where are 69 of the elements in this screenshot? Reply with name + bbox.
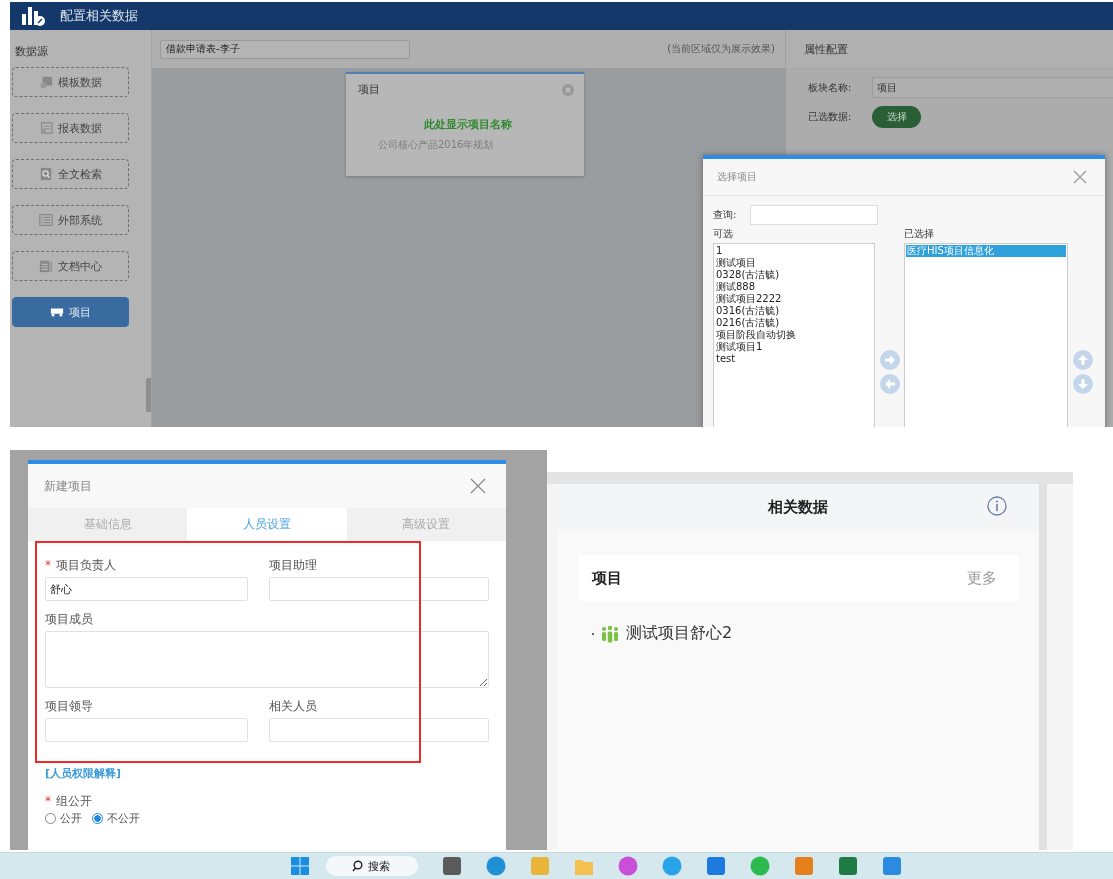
dialog-title: 选择项目 xyxy=(717,170,757,184)
list-option[interactable]: 测试项目1 xyxy=(715,341,873,353)
section-title: 项目 xyxy=(592,568,622,588)
close-icon[interactable] xyxy=(1073,170,1087,184)
data-source-button[interactable]: 文档中心 xyxy=(12,251,129,281)
data-source-button[interactable]: 全文检索 xyxy=(12,159,129,189)
bar-chart-logo-icon xyxy=(20,5,46,27)
app-icon[interactable] xyxy=(530,856,550,876)
report-icon xyxy=(39,121,53,135)
dialog-title: 新建项目 xyxy=(44,477,92,495)
document-icon xyxy=(39,259,53,273)
field-label: 已选数据: xyxy=(808,110,853,124)
sidebar-heading: 数据源 xyxy=(15,44,49,59)
data-source-button[interactable]: 报表数据 xyxy=(12,113,129,143)
radio-label: 公开 xyxy=(60,811,82,826)
search-icon xyxy=(39,167,53,181)
field-label: 板块名称: xyxy=(808,80,853,95)
input-field[interactable] xyxy=(269,577,489,601)
list-option[interactable]: 测试项目2222 xyxy=(715,293,873,305)
data-source-button[interactable]: 模板数据 xyxy=(12,67,129,97)
field-label: 项目负责人 xyxy=(56,556,116,574)
stacked-cards-icon xyxy=(39,75,53,89)
search-field[interactable]: 搜索 xyxy=(326,856,418,876)
field-label: 项目成员 xyxy=(45,610,93,628)
windows-start-icon[interactable] xyxy=(290,856,310,876)
collapse-handle[interactable] xyxy=(146,378,151,412)
preview-note: (当前区域仅为展示效果) xyxy=(667,42,775,56)
window-title: 配置相关数据 xyxy=(60,7,138,25)
input-field[interactable]: 舒心 xyxy=(45,577,248,601)
field-label: 项目领导 xyxy=(45,697,93,715)
field-label: 组公开 xyxy=(56,792,92,810)
list-option[interactable]: 0216(古洁毓) xyxy=(715,317,873,329)
required-mark: * xyxy=(45,558,51,572)
list-option[interactable]: 0328(古洁毓) xyxy=(715,269,873,281)
query-label: 查询: xyxy=(713,208,737,222)
app-icon[interactable] xyxy=(882,856,902,876)
card-title: 项目 xyxy=(358,82,380,97)
input-field[interactable] xyxy=(45,718,248,742)
list-option[interactable]: 测试项目 xyxy=(715,257,873,269)
list-heading: 已选择 xyxy=(904,227,935,241)
block-name-field[interactable]: 项目 xyxy=(872,77,1113,98)
placeholder-hint: 此处显示项目名称 xyxy=(424,117,513,132)
close-icon[interactable] xyxy=(562,83,574,96)
list-option[interactable]: test xyxy=(715,353,873,365)
data-source-button[interactable]: 外部系统 xyxy=(12,205,129,235)
list-heading: 可选 xyxy=(713,227,734,241)
query-field[interactable] xyxy=(750,205,879,225)
list-option[interactable]: 1 xyxy=(715,245,873,257)
list-option[interactable]: 项目阶段自动切换 xyxy=(715,329,873,341)
field-label: 项目助理 xyxy=(269,556,317,574)
list-icon xyxy=(39,213,53,227)
text-area[interactable] xyxy=(45,631,489,688)
panel-title: 相关数据 xyxy=(768,497,828,517)
required-mark: * xyxy=(45,794,51,808)
list-option[interactable]: 0316(古洁毓) xyxy=(715,305,873,317)
search-icon xyxy=(352,860,364,872)
field-label: 相关人员 xyxy=(269,697,317,715)
project-link[interactable]: 测试项目舒心2 xyxy=(626,623,733,644)
close-icon[interactable] xyxy=(470,478,486,494)
radio-label: 不公开 xyxy=(107,811,140,826)
input-field[interactable] xyxy=(269,718,489,742)
info-icon[interactable] xyxy=(987,496,1007,516)
report-name-field[interactable]: 借款申请表-李子 xyxy=(160,39,410,59)
data-source-button[interactable]: 项目 xyxy=(12,297,129,327)
radio-button[interactable] xyxy=(92,813,103,824)
list-option[interactable]: 测试888 xyxy=(715,281,873,293)
choose-button[interactable]: 选择 xyxy=(872,106,921,128)
panel-title: 属性配置 xyxy=(804,41,848,57)
people-icon xyxy=(600,624,620,643)
